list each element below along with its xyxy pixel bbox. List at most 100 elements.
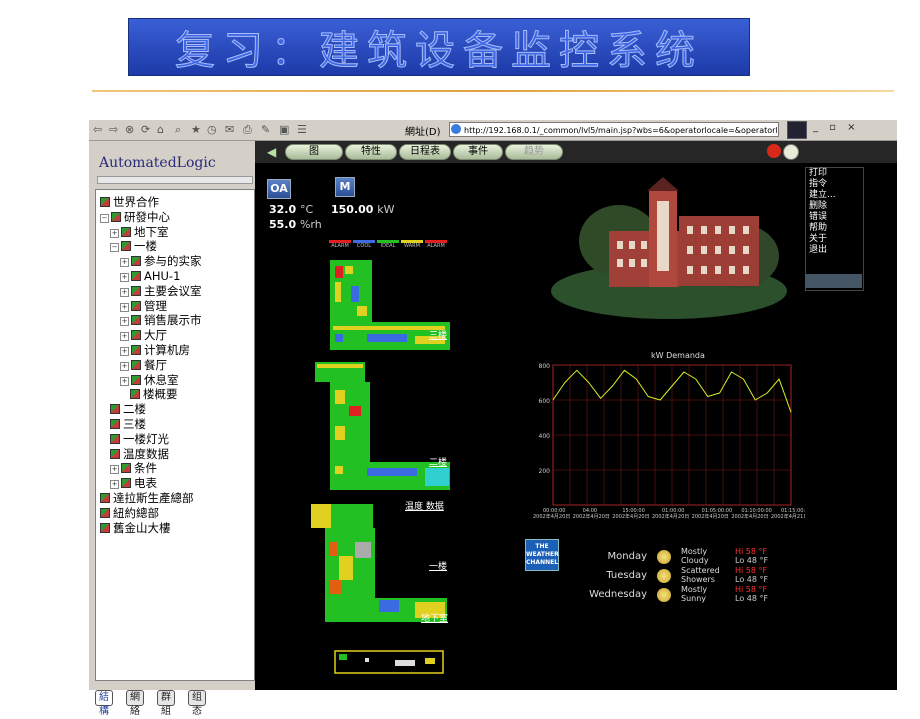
legend-item: ALARM [329,240,351,250]
tree-node[interactable]: + 条件 [110,462,157,475]
tree-node[interactable]: 紐約總部 [100,506,159,520]
basement-plan[interactable] [334,650,444,674]
building-node-icon [130,389,140,400]
tree-node[interactable]: − 研發中心 [100,209,170,224]
legend-label: WARM [404,243,420,249]
tree-node[interactable]: − 一楼 [110,240,157,253]
mail-icon[interactable]: ✉ [225,123,234,136]
panel-tab[interactable]: 網絡 [126,690,144,717]
second-floor-plan[interactable] [315,362,450,490]
tree-expander-icon[interactable]: + [110,228,119,238]
favorites-icon[interactable]: ★ [191,123,201,136]
tree-node[interactable]: + 大厅 [120,329,167,342]
weather-condition: Mostly [681,585,708,594]
tree-expander-icon[interactable]: − [100,213,109,223]
first-floor-label[interactable]: 一楼 [429,559,447,572]
refresh-icon[interactable]: ⟳ [141,123,150,136]
window-controls[interactable]: _ ▫ × [813,122,860,133]
kw-value: 150.00 [331,203,374,216]
tree-node[interactable]: 世界合作 [100,196,159,209]
nav-button[interactable]: 日程表 [399,144,451,160]
settings-icon[interactable] [783,144,799,160]
panel-tab[interactable]: 组态 [188,690,206,717]
search-icon[interactable]: ⌕ [175,123,181,137]
tree-node[interactable]: 一楼灯光 [110,432,169,446]
menu-item[interactable]: 关于 [806,234,863,245]
tree-node[interactable]: + AHU-1 [120,270,180,283]
oa-button[interactable]: OA [267,179,291,199]
third-floor-label[interactable]: 三楼 [429,328,447,341]
print-icon[interactable]: ⎙ [243,123,252,137]
messenger-icon[interactable]: ☰ [297,123,307,136]
tree-node[interactable]: 楼概要 [130,388,178,401]
weather-high: Hi 58 °F [735,585,768,594]
building-node-icon [131,330,141,341]
title-underline [92,90,894,92]
panel-tab[interactable]: 群組 [157,690,175,717]
second-floor-label[interactable]: 二楼 [429,455,447,468]
history-icon[interactable]: ◷ [207,123,217,136]
tree-node[interactable]: + 主要会议室 [120,284,202,298]
back-icon[interactable]: ⇦ [93,123,102,136]
tree-expander-icon[interactable]: + [120,258,129,268]
menu-scrollbar[interactable] [805,274,862,288]
menu-item[interactable]: 错误 [806,212,863,223]
kw-demand-chart: 20040060080000:00:002002年4月20日04:002002年… [533,363,805,520]
tree-node[interactable]: 三楼 [110,418,146,431]
tree-expander-icon[interactable]: + [120,273,129,282]
panel-tab[interactable]: 結構 [95,690,113,717]
nav-button[interactable]: 特性 [345,144,397,160]
nav-button[interactable]: 事件 [453,144,503,160]
tree-node[interactable]: 舊金山大樓 [100,521,171,535]
temperature-data-link[interactable]: 温度 数据 [405,499,444,512]
tree-expander-icon[interactable]: + [120,317,129,327]
basement-label[interactable]: 地下室 [421,611,448,624]
tree-node[interactable]: + 参与的实家 [120,255,202,268]
nav-button[interactable]: 趋势 [505,144,563,160]
tree-expander-icon[interactable]: + [110,465,119,475]
menu-item[interactable]: 删除 [806,201,863,212]
tree-node[interactable]: + 销售展示市 [120,314,202,327]
tree-node-label: 研發中心 [124,209,170,224]
address-bar[interactable]: http://192.168.0.1/_common/lvl5/main.jsp… [449,122,779,137]
home-icon[interactable]: ⌂ [157,123,164,136]
discuss-icon[interactable]: ▣ [279,123,289,136]
meter-button[interactable]: M [335,177,355,197]
stop-icon[interactable]: ⊗ [125,123,134,136]
tree-expander-icon[interactable]: + [120,347,129,356]
menu-item[interactable]: 建立... [806,190,863,201]
forward-icon[interactable]: ⇨ [109,123,118,136]
tree-node[interactable]: + 地下室 [110,225,169,239]
edit-icon[interactable]: ✎ [261,123,270,136]
first-floor-plan[interactable] [311,504,447,622]
menu-item[interactable]: 打印 [806,168,863,179]
tree-expander-icon[interactable]: + [120,287,129,297]
legend-item: WARM [401,240,423,250]
tree-node[interactable]: + 休息室 [120,373,179,387]
tree-node[interactable]: + 电表 [110,477,157,490]
nav-button[interactable]: 图 [285,144,343,160]
back-arrow-icon[interactable]: ◀ [267,145,276,159]
tree-node[interactable]: 二楼 [110,403,146,416]
tree-node-label: 电表 [134,476,157,491]
alarm-bell-icon[interactable] [767,144,781,158]
tree-expander-icon[interactable]: + [110,480,119,490]
tree-expander-icon[interactable]: + [120,361,129,371]
legend-label: COOL [356,243,372,249]
menu-item[interactable]: 退出 [806,245,863,256]
menu-item[interactable]: 指令 [806,179,863,190]
tree-node[interactable]: 達拉斯生產總部 [100,492,194,505]
tree-expander-icon[interactable]: + [120,376,129,386]
tree-expander-icon[interactable]: + [120,302,129,312]
tree-node[interactable]: + 管理 [120,299,167,313]
building-node-icon [131,256,141,267]
tree-node[interactable]: + 餐厅 [120,358,167,372]
tree-expander-icon[interactable]: − [110,243,119,253]
tree-node[interactable]: + 计算机房 [120,344,190,357]
tree-node-label: 二楼 [123,402,146,417]
tree-collapse-bar[interactable] [97,176,253,184]
tree-expander-icon[interactable]: + [120,332,129,342]
tree-node[interactable]: 温度数据 [110,447,169,461]
menu-item[interactable]: 帮助 [806,223,863,234]
legend-label: IDEAL [380,243,396,249]
